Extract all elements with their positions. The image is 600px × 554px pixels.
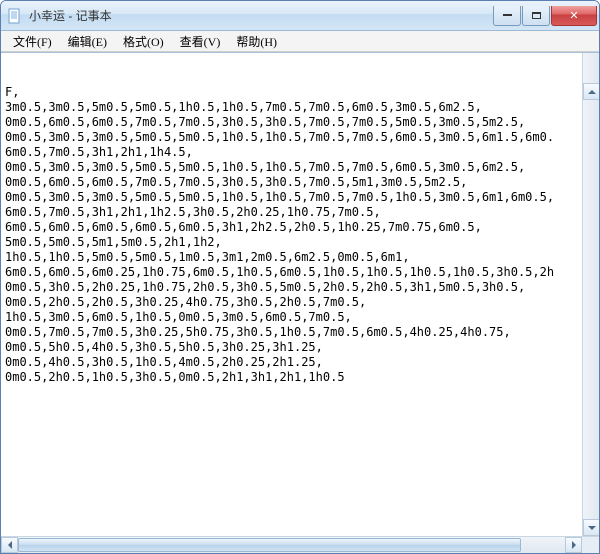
arrow-right-icon [572, 541, 576, 549]
notepad-app-icon [7, 8, 23, 24]
text-line: 0m0.5,6m0.5,6m0.5,7m0.5,7m0.5,3h0.5,3h0.… [5, 115, 595, 130]
scroll-corner [582, 537, 599, 553]
arrow-left-icon [8, 541, 12, 549]
scroll-left-button[interactable] [1, 537, 18, 553]
scroll-down-button[interactable] [583, 519, 599, 536]
scroll-h-thumb[interactable] [18, 538, 521, 552]
text-line: 6m0.5,6m0.5,6m0.25,1h0.75,6m0.5,1h0.5,6m… [5, 265, 595, 280]
text-editor[interactable]: F,3m0.5,3m0.5,5m0.5,5m0.5,1h0.5,1h0.5,7m… [1, 53, 599, 536]
text-line: 0m0.5,5h0.5,4h0.5,3h0.5,5h0.5,3h0.25,3h1… [5, 340, 595, 355]
close-button[interactable] [551, 6, 597, 26]
text-line: 0m0.5,3m0.5,3m0.5,5m0.5,5m0.5,1h0.5,1h0.… [5, 190, 595, 205]
menu-view[interactable]: 查看(V) [172, 31, 229, 52]
vertical-scrollbar[interactable] [582, 53, 599, 536]
close-icon [569, 9, 578, 22]
menu-edit[interactable]: 编辑(E) [60, 31, 115, 52]
arrow-up-icon [588, 90, 596, 94]
text-line: 0m0.5,3m0.5,3m0.5,5m0.5,5m0.5,1h0.5,1h0.… [5, 130, 595, 145]
horizontal-scrollbar[interactable] [1, 536, 599, 553]
text-line: 0m0.5,7m0.5,7m0.5,3h0.25,5h0.75,3h0.5,1h… [5, 325, 595, 340]
text-line: 0m0.5,2h0.5,2h0.5,3h0.25,4h0.75,3h0.5,2h… [5, 295, 595, 310]
text-line: 3m0.5,3m0.5,5m0.5,5m0.5,1h0.5,1h0.5,7m0.… [5, 100, 595, 115]
text-line: 0m0.5,6m0.5,6m0.5,7m0.5,7m0.5,3h0.5,3h0.… [5, 175, 595, 190]
menubar: 文件(F) 编辑(E) 格式(O) 查看(V) 帮助(H) [1, 31, 599, 52]
text-line: 6m0.5,6m0.5,6m0.5,6m0.5,6m0.5,3h1,2h2.5,… [5, 220, 595, 235]
scroll-h-track[interactable] [18, 537, 565, 553]
menu-help[interactable]: 帮助(H) [228, 31, 285, 52]
text-line: 0m0.5,4h0.5,3h0.5,1h0.5,4m0.5,2h0.25,2h1… [5, 355, 595, 370]
maximize-button[interactable] [522, 6, 550, 26]
text-line: 6m0.5,7m0.5,3h1,2h1,1h2.5,3h0.5,2h0.25,1… [5, 205, 595, 220]
arrow-down-icon [588, 526, 596, 530]
text-line: 1h0.5,1h0.5,5m0.5,5m0.5,1m0.5,3m1,2m0.5,… [5, 250, 595, 265]
menu-file[interactable]: 文件(F) [5, 31, 60, 52]
text-line: 1h0.5,3m0.5,6m0.5,1h0.5,0m0.5,3m0.5,6m0.… [5, 310, 595, 325]
scroll-up-button[interactable] [583, 83, 599, 100]
text-line: 0m0.5,3h0.5,2h0.25,1h0.75,2h0.5,3h0.5,5m… [5, 280, 595, 295]
scroll-right-button[interactable] [565, 537, 582, 553]
text-line: 0m0.5,2h0.5,1h0.5,3h0.5,0m0.5,2h1,3h1,2h… [5, 370, 595, 385]
text-line: 5m0.5,5m0.5,5m1,5m0.5,2h1,1h2, [5, 235, 595, 250]
text-line: F, [5, 85, 595, 100]
minimize-icon [503, 14, 512, 16]
text-line: 0m0.5,3m0.5,3m0.5,5m0.5,5m0.5,1h0.5,1h0.… [5, 160, 595, 175]
content-area: F,3m0.5,3m0.5,5m0.5,5m0.5,1h0.5,1h0.5,7m… [1, 52, 599, 553]
notepad-window: 小幸运 - 记事本 文件(F) 编辑(E) 格式(O) 查看(V) 帮助(H) … [0, 0, 600, 554]
window-title: 小幸运 - 记事本 [29, 7, 492, 24]
titlebar[interactable]: 小幸运 - 记事本 [1, 1, 599, 31]
minimize-button[interactable] [493, 6, 521, 26]
window-controls [492, 6, 597, 26]
text-line: 6m0.5,7m0.5,3h1,2h1,1h4.5, [5, 145, 595, 160]
maximize-icon [532, 12, 541, 19]
menu-format[interactable]: 格式(O) [115, 31, 172, 52]
